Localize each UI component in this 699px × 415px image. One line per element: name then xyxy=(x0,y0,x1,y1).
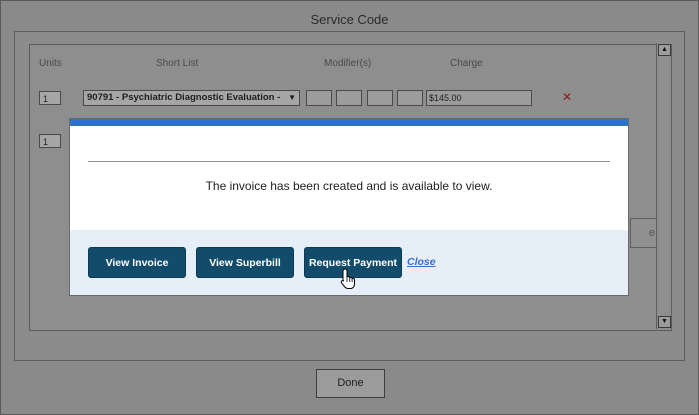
scroll-up-icon[interactable]: ▲ xyxy=(658,44,671,56)
partial-button[interactable]: e xyxy=(630,218,658,248)
close-x-icon[interactable]: ✕ xyxy=(562,90,572,104)
charge-input[interactable]: $145.00 xyxy=(426,90,532,106)
vertical-scrollbar[interactable]: ▲ ▼ xyxy=(656,43,671,329)
units-input[interactable]: 1 xyxy=(39,91,61,105)
done-button[interactable]: Done xyxy=(316,369,385,398)
units-input-row-2[interactable]: 1 xyxy=(39,134,61,148)
scroll-down-icon[interactable]: ▼ xyxy=(658,316,671,328)
chevron-down-icon: ▼ xyxy=(288,93,296,102)
hand-pointer-icon xyxy=(340,268,355,289)
dialog-title: Service Code xyxy=(310,12,389,27)
close-link[interactable]: Close xyxy=(407,256,436,268)
units-header: Units xyxy=(39,58,62,69)
modifier-1-input[interactable] xyxy=(306,90,332,106)
modifier-4-input[interactable] xyxy=(397,90,423,106)
modal-message: The invoice has been created and is avai… xyxy=(205,179,493,193)
modal-divider xyxy=(88,161,610,162)
short-list-header: Short List xyxy=(156,58,199,69)
modifier-2-input[interactable] xyxy=(336,90,362,106)
modifier-3-input[interactable] xyxy=(367,90,393,106)
view-invoice-button[interactable]: View Invoice xyxy=(88,247,186,278)
service-select[interactable]: 90791 - Psychiatric Diagnostic Evaluatio… xyxy=(83,90,300,106)
service-select-value: 90791 - Psychiatric Diagnostic Evaluatio… xyxy=(87,92,281,103)
charge-header: Charge xyxy=(450,58,483,69)
view-superbill-button[interactable]: View Superbill xyxy=(196,247,294,278)
modal-accent-bar xyxy=(70,119,628,126)
modifiers-header: Modifier(s) xyxy=(324,58,372,69)
